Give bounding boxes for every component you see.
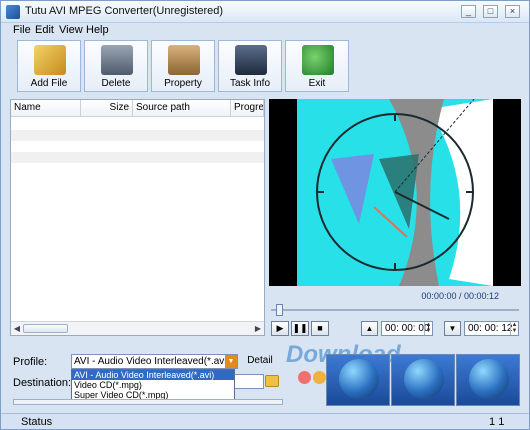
package-icon <box>168 45 200 75</box>
time-display: 00:00:00 / 00:00:12 <box>421 291 499 301</box>
end-time-field[interactable]: 00: 00: 12 ▲ ▼ <box>464 321 519 336</box>
column-source-path[interactable]: Source path <box>133 100 231 117</box>
globe-down-icon <box>404 359 444 399</box>
start-time-field[interactable]: 00: 00: 00 ▲ ▼ <box>381 321 433 336</box>
column-progress[interactable]: Progre <box>231 100 264 117</box>
conversion-progress-bar <box>13 399 283 405</box>
film-clapper-icon <box>235 45 267 75</box>
chevron-down-icon[interactable]: ▼ <box>225 355 237 368</box>
exit-label: Exit <box>308 78 326 89</box>
profile-option[interactable]: Video CD(*.mpg) <box>72 380 234 390</box>
play-button[interactable]: ▶ <box>271 321 289 336</box>
globe-stop-icon <box>469 359 509 399</box>
maximize-button[interactable]: □ <box>483 5 498 18</box>
preview-frame <box>297 99 493 286</box>
profile-option[interactable]: AVI - Audio Video Interleaved(*.avi) <box>72 370 234 380</box>
menu-help[interactable]: Help <box>86 24 109 36</box>
app-window: Tutu AVI MPEG Converter(Unregistered) _ … <box>0 0 530 430</box>
seek-slider[interactable] <box>271 304 519 316</box>
watermark-dot <box>298 371 311 384</box>
delete-button[interactable]: Delete <box>84 40 148 92</box>
profile-selected-value: AVI - Audio Video Interleaved(*.avi) <box>74 356 230 367</box>
set-end-button[interactable]: ▼ <box>444 321 461 336</box>
end-time-spinner[interactable]: ▲ ▼ <box>510 322 518 335</box>
stop-convert-button[interactable] <box>456 354 520 406</box>
app-icon <box>6 5 20 19</box>
time-readout: 00:00:00 / 00:00:12 <box>269 291 521 303</box>
menu-bar: File Edit View Help <box>1 23 529 39</box>
menu-edit[interactable]: Edit <box>35 24 54 36</box>
add-file-button[interactable]: Add File <box>17 40 81 92</box>
delete-label: Delete <box>101 78 131 89</box>
menu-file[interactable]: File <box>13 24 31 36</box>
menu-view[interactable]: View <box>59 24 83 36</box>
seek-thumb[interactable] <box>276 304 283 316</box>
destination-label: Destination: <box>13 377 72 389</box>
add-file-label: Add File <box>30 78 68 89</box>
detail-button[interactable]: Detail <box>241 353 279 369</box>
exit-arrow-icon <box>302 45 334 75</box>
close-button[interactable]: × <box>505 5 520 18</box>
title-bar: Tutu AVI MPEG Converter(Unregistered) _ … <box>1 1 529 23</box>
pause-button[interactable]: ❚❚ <box>291 321 309 336</box>
browse-folder-icon[interactable] <box>265 375 279 387</box>
scroll-right-icon[interactable]: ▶ <box>252 323 264 334</box>
minimize-button[interactable]: _ <box>461 5 476 18</box>
property-button[interactable]: Property <box>151 40 215 92</box>
column-size[interactable]: Size <box>81 100 133 117</box>
destination-field[interactable] <box>231 374 264 389</box>
scroll-thumb[interactable] <box>23 324 68 333</box>
merge-button[interactable] <box>391 354 455 406</box>
window-title: Tutu AVI MPEG Converter(Unregistered) <box>25 5 224 17</box>
seek-track <box>271 309 519 311</box>
stop-button[interactable]: ■ <box>311 321 329 336</box>
list-row <box>11 130 264 141</box>
trash-icon <box>101 45 133 75</box>
column-name[interactable]: Name <box>11 100 81 117</box>
profile-label: Profile: <box>13 356 48 368</box>
folder-add-icon <box>34 45 66 75</box>
property-label: Property <box>164 78 202 89</box>
start-time-spinner[interactable]: ▲ ▼ <box>424 322 432 335</box>
task-info-button[interactable]: Task Info <box>218 40 282 92</box>
video-preview <box>269 99 521 286</box>
profile-dropdown-list[interactable]: AVI - Audio Video Interleaved(*.avi) Vid… <box>71 369 235 400</box>
globe-check-icon <box>339 359 379 399</box>
start-time-value: 00: 00: 00 <box>385 323 430 334</box>
toolbar: Add File Delete Property Task Info Exit <box>1 39 529 95</box>
scroll-left-icon[interactable]: ◀ <box>11 323 23 334</box>
list-row <box>11 152 264 163</box>
watermark-dot <box>313 371 326 384</box>
status-bar: Status 1 1 <box>1 413 529 429</box>
exit-button[interactable]: Exit <box>285 40 349 92</box>
set-start-button[interactable]: ▲ <box>361 321 378 336</box>
status-text: Status <box>21 416 53 428</box>
profile-select[interactable]: AVI - Audio Video Interleaved(*.avi) ▼ <box>71 354 238 369</box>
status-counter: 1 1 <box>489 416 505 428</box>
convert-button[interactable] <box>326 354 390 406</box>
file-list[interactable]: Name Size Source path Progre ◀ ▶ <box>10 99 265 336</box>
horizontal-scrollbar[interactable]: ◀ ▶ <box>11 321 264 335</box>
task-info-label: Task Info <box>229 78 271 89</box>
end-time-value: 00: 00: 12 <box>468 323 513 334</box>
